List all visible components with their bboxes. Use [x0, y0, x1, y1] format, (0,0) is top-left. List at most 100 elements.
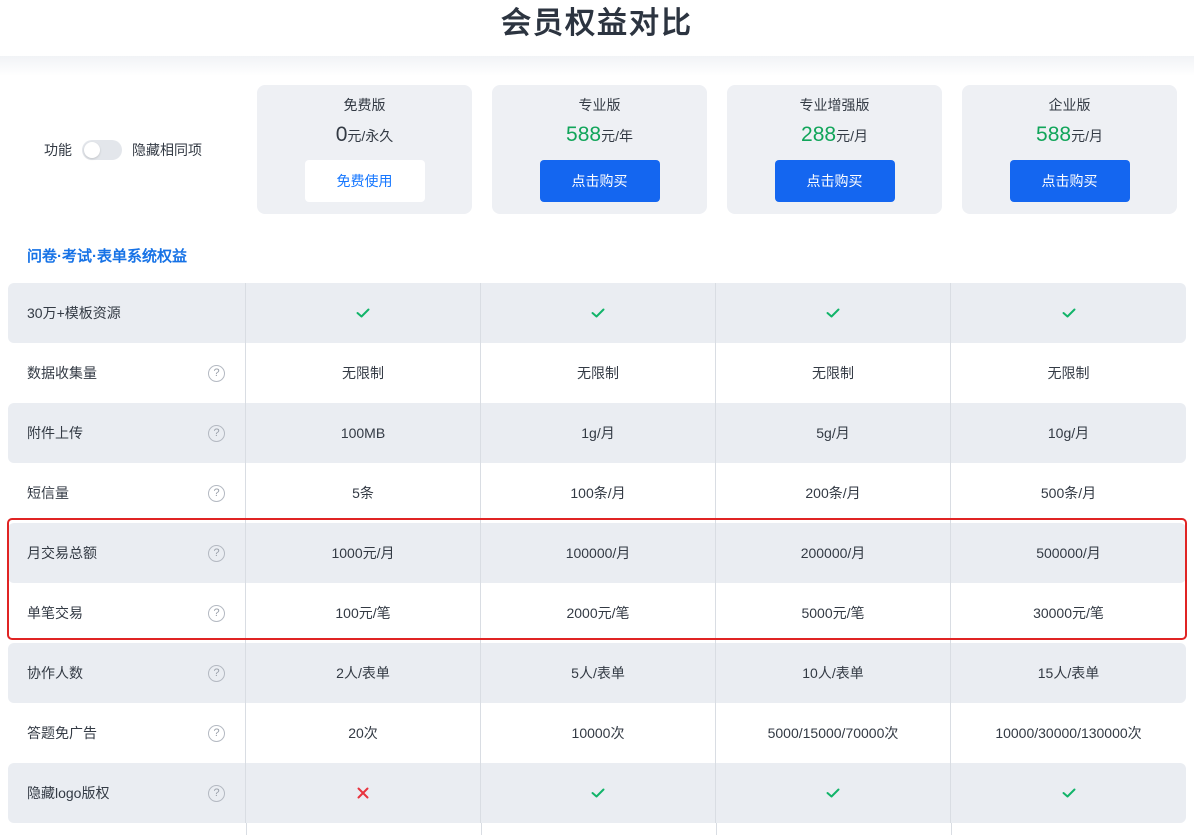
help-icon[interactable]: ?	[208, 724, 225, 742]
value-cell: 500条/月	[1040, 485, 1097, 501]
value-cell: 5人/表单	[481, 643, 716, 703]
table-row: 隐藏logo版权?	[8, 763, 1186, 823]
table-row: 协作人数? 2人/表单 5人/表单 10人/表单 15人/表单	[8, 643, 1186, 703]
plan-card-pro-plus: 专业增强版 288元/月 点击购买	[727, 85, 942, 214]
value-cell: 1000元/月	[246, 523, 481, 583]
value-cell: 30000元/笔	[1033, 605, 1104, 621]
feature-label: 附件上传	[27, 425, 83, 441]
buy-pro-button[interactable]: 点击购买	[539, 160, 660, 202]
value-cell: 5条	[246, 463, 481, 523]
table-row: 月交易总额? 1000元/月 100000/月 200000/月 500000/月	[8, 523, 1186, 583]
value-cell: 10000/30000/130000次	[995, 725, 1142, 741]
comparison-table: 30万+模板资源 数据收集量? 无限制 无限制 无限制 无限制 附件上传? 100MB 1g/月…	[8, 283, 1186, 823]
feature-cell: 附件上传?	[8, 403, 246, 463]
check-icon	[716, 283, 951, 343]
feature-label: 功能	[44, 142, 72, 158]
column-divider	[716, 823, 717, 835]
column-divider	[481, 823, 482, 835]
feature-cell: 隐藏logo版权?	[8, 763, 246, 823]
header-band	[0, 56, 1194, 76]
free-use-button[interactable]: 免费使用	[304, 160, 425, 202]
feature-label: 月交易总额	[27, 545, 97, 561]
value-cell: 100元/笔	[246, 583, 481, 643]
plan-name: 企业版	[1048, 97, 1091, 113]
feature-label: 协作人数	[27, 665, 83, 681]
plan-price: 588元/月	[962, 122, 1177, 148]
check-icon	[951, 763, 1186, 823]
feature-label: 短信量	[27, 485, 69, 501]
feature-label: 30万+模板资源	[27, 305, 121, 321]
price-amount: 588	[1036, 123, 1072, 146]
plan-price: 0元/永久	[257, 122, 472, 148]
price-unit: 元/月	[836, 128, 868, 144]
value-cell: 20次	[246, 703, 481, 763]
help-icon[interactable]: ?	[208, 604, 225, 622]
value-cell: 100MB	[246, 403, 481, 463]
value-cell: 无限制	[246, 343, 481, 403]
table-row: 短信量? 5条 100条/月 200条/月 500条/月	[8, 463, 1186, 523]
price-amount: 0	[335, 123, 348, 146]
plan-price: 588元/年	[492, 122, 707, 148]
value-cell: 10人/表单	[716, 643, 951, 703]
value-cell: 无限制	[1047, 365, 1090, 381]
value-cell: 2000元/笔	[481, 583, 716, 643]
check-icon	[951, 283, 1186, 343]
feature-cell: 短信量?	[8, 463, 246, 523]
check-icon	[481, 763, 716, 823]
feature-header: 功能 隐藏相同项	[0, 86, 246, 214]
plan-name: 专业版	[578, 97, 621, 113]
value-cell: 200000/月	[716, 523, 951, 583]
value-cell: 15人/表单	[1037, 665, 1100, 681]
plan-card-enterprise: 企业版 588元/月 点击购买	[962, 85, 1177, 214]
feature-cell: 数据收集量?	[8, 343, 246, 403]
price-amount: 288	[801, 123, 837, 146]
value-cell: 5000元/笔	[716, 583, 951, 643]
buy-pro-plus-button[interactable]: 点击购买	[774, 160, 895, 202]
hide-same-label: 隐藏相同项	[132, 142, 202, 158]
check-icon	[481, 283, 716, 343]
table-row: 附件上传? 100MB 1g/月 5g/月 10g/月	[8, 403, 1186, 463]
cross-icon	[246, 763, 481, 823]
help-icon[interactable]: ?	[208, 424, 225, 442]
value-cell: 无限制	[716, 343, 951, 403]
help-icon[interactable]: ?	[208, 484, 225, 502]
table-row: 数据收集量? 无限制 无限制 无限制 无限制	[8, 343, 1186, 403]
price-unit: 元/月	[1071, 128, 1103, 144]
price-unit: 元/年	[601, 128, 633, 144]
plan-name: 免费版	[343, 97, 386, 113]
help-icon[interactable]: ?	[208, 364, 225, 382]
section-title: 问卷·考试·表单系统权益	[27, 248, 187, 265]
feature-cell: 单笔交易?	[8, 583, 246, 643]
column-divider	[246, 823, 247, 835]
hide-same-toggle[interactable]	[82, 140, 122, 160]
table-row: 30万+模板资源	[8, 283, 1186, 343]
value-cell: 10000次	[481, 703, 716, 763]
value-cell: 2人/表单	[246, 643, 481, 703]
value-cell: 5000/15000/70000次	[716, 703, 951, 763]
value-cell: 5g/月	[716, 403, 951, 463]
help-icon[interactable]: ?	[208, 784, 225, 802]
buy-enterprise-button[interactable]: 点击购买	[1009, 160, 1130, 202]
feature-cell: 30万+模板资源	[8, 283, 246, 343]
table-row: 答题免广告? 20次 10000次 5000/15000/70000次 10000/30…	[8, 703, 1186, 763]
value-cell: 1g/月	[481, 403, 716, 463]
help-icon[interactable]: ?	[208, 664, 225, 682]
value-cell: 200条/月	[716, 463, 951, 523]
feature-cell: 答题免广告?	[8, 703, 246, 763]
table-row: 单笔交易? 100元/笔 2000元/笔 5000元/笔 30000元/笔	[8, 583, 1186, 643]
value-cell: 100000/月	[481, 523, 716, 583]
feature-label: 数据收集量	[27, 365, 97, 381]
help-icon[interactable]: ?	[208, 544, 225, 562]
value-cell: 100条/月	[481, 463, 716, 523]
plan-price: 288元/月	[727, 122, 942, 148]
value-cell: 无限制	[481, 343, 716, 403]
plan-card-pro: 专业版 588元/年 点击购买	[492, 85, 707, 214]
page-title: 会员权益对比	[501, 7, 693, 40]
feature-cell: 协作人数?	[8, 643, 246, 703]
plan-card-free: 免费版 0元/永久 免费使用	[257, 85, 472, 214]
feature-label: 单笔交易	[27, 605, 83, 621]
price-amount: 588	[566, 123, 602, 146]
price-unit: 元/永久	[347, 128, 394, 144]
check-icon	[246, 283, 481, 343]
feature-label: 隐藏logo版权	[27, 785, 110, 801]
